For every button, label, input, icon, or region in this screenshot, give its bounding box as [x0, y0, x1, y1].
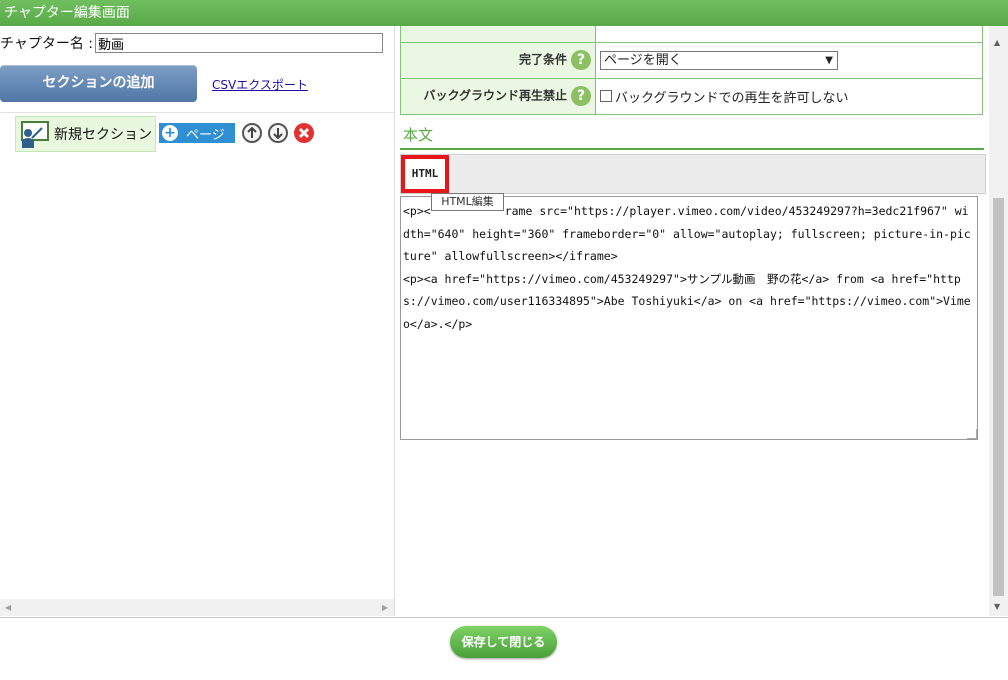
move-down-icon[interactable]: [268, 123, 288, 143]
completion-condition-label-cell: 完了条件?: [400, 41, 596, 79]
scroll-left-icon[interactable]: ◀: [5, 603, 11, 612]
html-source-editor[interactable]: <p>< rame src="https://player.vimeo.com/v…: [400, 196, 978, 440]
html-edit-tooltip: HTML編集: [431, 193, 504, 211]
scrollbar-thumb[interactable]: [993, 198, 1004, 596]
editor-toolbar: HTML: [400, 154, 986, 194]
background-play-label-cell: バックグラウンド再生禁止?: [400, 77, 596, 115]
chapter-name-label: チャプター名 :: [0, 36, 94, 52]
background-play-checkbox-label: バックグラウンドでの再生を許可しない: [615, 90, 849, 106]
help-icon[interactable]: ?: [571, 86, 591, 106]
plus-icon: +: [162, 125, 178, 141]
add-page-label: ページ: [186, 127, 225, 143]
chapter-tree-pane: チャプター名 : セクションの追加 CSVエクスポート 新規セクション + ペー…: [0, 26, 395, 616]
add-section-button[interactable]: セクションの追加: [0, 65, 197, 102]
help-icon[interactable]: ?: [571, 50, 591, 70]
divider: [0, 617, 1008, 618]
completion-condition-label: 完了条件: [518, 52, 567, 67]
save-and-close-button[interactable]: 保存して閉じる: [450, 626, 557, 658]
section-label: 新規セクション: [54, 127, 152, 143]
properties-table: 完了条件? ページを開く ▼ バックグラウンド再生禁止? バックグラウンドでの再…: [400, 26, 983, 115]
chapter-name-row: チャプター名 :: [0, 32, 384, 54]
window-title: チャプター編集画面: [0, 0, 1008, 26]
scroll-down-icon[interactable]: ▼: [994, 602, 1000, 611]
background-play-checkbox[interactable]: [600, 90, 612, 102]
csv-export-link[interactable]: CSVエクスポート: [212, 76, 308, 93]
section-node[interactable]: 新規セクション: [15, 116, 156, 152]
scroll-up-icon[interactable]: ▲: [994, 38, 1000, 47]
background-play-label: バックグラウンド再生禁止: [423, 88, 567, 103]
scroll-right-icon[interactable]: ▶: [382, 603, 388, 612]
add-page-button[interactable]: + ページ: [159, 123, 235, 143]
presentation-icon: [21, 121, 49, 148]
resize-handle[interactable]: [967, 429, 977, 439]
completion-condition-select[interactable]: ページを開く ▼: [600, 50, 838, 70]
chevron-down-icon: ▼: [825, 54, 833, 66]
delete-icon[interactable]: [294, 123, 314, 143]
divider: [0, 112, 394, 113]
editor-text-rest: rame src="https://player.vimeo.com/video…: [403, 204, 971, 331]
completion-condition-value: ページを開く: [604, 52, 682, 68]
chapter-name-input[interactable]: [95, 33, 384, 53]
vertical-scrollbar[interactable]: ▲ ▼: [989, 26, 1008, 616]
divider: [400, 148, 984, 150]
horizontal-scrollbar[interactable]: ◀ ▶: [0, 599, 394, 616]
body-heading: 本文: [403, 126, 434, 144]
editor-text-start: <p><: [403, 204, 431, 218]
move-up-icon[interactable]: [242, 123, 262, 143]
page-editor-pane: 完了条件? ページを開く ▼ バックグラウンド再生禁止? バックグラウンドでの再…: [399, 26, 1008, 616]
html-edit-button[interactable]: HTML: [401, 155, 449, 193]
